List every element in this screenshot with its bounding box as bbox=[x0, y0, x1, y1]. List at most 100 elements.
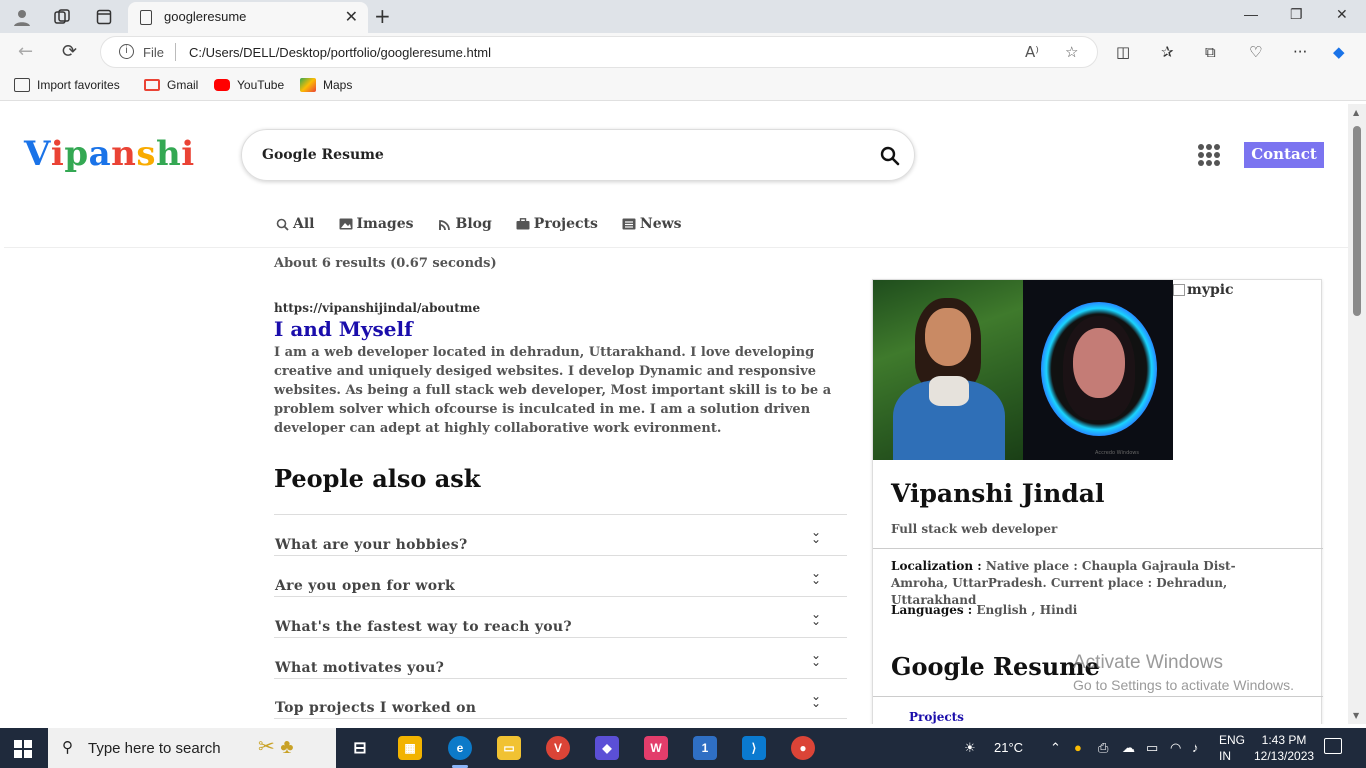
search-icon[interactable] bbox=[880, 146, 900, 166]
copilot-icon[interactable]: ◆ bbox=[1333, 43, 1345, 61]
favorite-youtube[interactable]: YouTube bbox=[214, 78, 284, 92]
tray-app-icon[interactable]: ● bbox=[1074, 740, 1082, 755]
tab-images[interactable]: Images bbox=[339, 216, 414, 232]
tab-label: All bbox=[293, 216, 315, 232]
photo-watermark: Accredo Windows bbox=[1095, 450, 1139, 456]
search-box[interactable]: Google Resume bbox=[241, 129, 915, 181]
language-indicator[interactable]: ENG IN bbox=[1219, 732, 1245, 764]
watermark-title: Activate Windows bbox=[1073, 652, 1223, 673]
address-path[interactable]: C:/Users/DELL/Desktop/portfolio/googlere… bbox=[189, 45, 491, 60]
show-hidden-icons[interactable]: ⌃ bbox=[1050, 740, 1061, 756]
tray-device-icon[interactable]: ⎙ bbox=[1098, 740, 1108, 756]
tab-actions-icon[interactable] bbox=[92, 5, 116, 29]
chrome-profile-icon[interactable]: V bbox=[546, 736, 570, 760]
outlook-icon[interactable]: 1 bbox=[693, 736, 717, 760]
tab-googleresume[interactable]: googleresume ✕ bbox=[128, 2, 368, 33]
tab-projects[interactable]: Projects bbox=[516, 216, 598, 232]
wifi-icon[interactable]: ◠ bbox=[1170, 740, 1181, 756]
favorite-import[interactable]: Import favorites bbox=[14, 78, 120, 92]
vscode-icon[interactable]: ⟩ bbox=[742, 736, 766, 760]
contact-button[interactable]: Contact bbox=[1244, 142, 1324, 168]
apps-grid-icon[interactable] bbox=[1198, 144, 1220, 166]
import-icon bbox=[14, 78, 30, 92]
refresh-icon[interactable]: ⟳ bbox=[62, 41, 77, 62]
double-chevron-down-icon[interactable]: ⌄ ⌄ bbox=[811, 649, 821, 668]
faq-item[interactable]: What are your hobbies? ⌄ ⌄ bbox=[274, 514, 847, 555]
result-description: I am a web developer located in dehradun… bbox=[274, 345, 832, 436]
back-icon[interactable]: ← bbox=[18, 41, 33, 62]
tab-blog[interactable]: Blog bbox=[438, 216, 492, 232]
close-tab-icon[interactable]: ✕ bbox=[345, 7, 358, 26]
read-aloud-icon[interactable]: A⁾ bbox=[1025, 43, 1039, 61]
activate-windows-watermark: Activate Windows Go to Settings to activ… bbox=[1073, 652, 1294, 693]
wps-office-icon[interactable]: W bbox=[644, 736, 668, 760]
file-explorer-icon[interactable]: ▭ bbox=[497, 736, 521, 760]
task-view-icon[interactable]: ⊟ bbox=[348, 736, 372, 760]
restore-icon[interactable]: ❐ bbox=[1290, 6, 1303, 23]
projects-link[interactable]: Projects bbox=[909, 710, 964, 724]
search-input[interactable]: Google Resume bbox=[262, 147, 384, 163]
taskbar-search[interactable]: ⚲ Type here to search ✂ ♣ bbox=[48, 728, 336, 768]
scroll-up-icon[interactable]: ▲ bbox=[1353, 108, 1359, 117]
profile-icon[interactable] bbox=[10, 5, 34, 29]
close-window-icon[interactable]: ✕ bbox=[1336, 6, 1348, 23]
faq-item[interactable]: What's the fastest way to reach you? ⌄ ⌄ bbox=[274, 596, 847, 637]
favorites-icon[interactable]: ✰ bbox=[1161, 43, 1174, 61]
info-icon[interactable]: i bbox=[119, 44, 134, 59]
more-menu-icon[interactable]: ··· bbox=[1293, 43, 1307, 61]
faq-item[interactable]: What motivates you? ⌄ ⌄ bbox=[274, 637, 847, 678]
result-title-link[interactable]: I and Myself bbox=[274, 317, 849, 341]
taskbar-search-placeholder: Type here to search bbox=[88, 740, 221, 757]
new-tab-icon[interactable]: + bbox=[374, 4, 391, 28]
briefcase-icon bbox=[516, 218, 530, 230]
clock[interactable]: 1:43 PM 12/13/2023 bbox=[1254, 732, 1314, 764]
tab-news[interactable]: News bbox=[622, 216, 682, 232]
store-icon[interactable]: ▦ bbox=[398, 736, 422, 760]
page-viewport: Vipanshi Google Resume Contact All Image… bbox=[4, 104, 1348, 724]
tab-title: googleresume bbox=[164, 9, 247, 24]
double-chevron-down-icon[interactable]: ⌄ ⌄ bbox=[811, 526, 821, 545]
scroll-thumb[interactable] bbox=[1353, 126, 1361, 316]
weather-temp[interactable]: 21°C bbox=[994, 740, 1023, 755]
faq-question: What motivates you? bbox=[275, 660, 445, 676]
volume-icon[interactable]: ♪ bbox=[1192, 740, 1199, 755]
faq-item[interactable]: Top projects I worked on ⌄ ⌄ bbox=[274, 678, 847, 719]
double-chevron-down-icon[interactable]: ⌄ ⌄ bbox=[811, 608, 821, 627]
search-highlight-icon: ✂ ♣ bbox=[258, 736, 294, 758]
browser-essentials-icon[interactable]: ♡ bbox=[1249, 43, 1262, 61]
split-screen-icon[interactable]: ◫ bbox=[1116, 43, 1130, 61]
faq-question: Are you open for work bbox=[275, 578, 456, 594]
logo-letter: p bbox=[64, 134, 89, 174]
site-logo[interactable]: Vipanshi bbox=[24, 134, 195, 174]
chrome-icon[interactable]: ● bbox=[791, 736, 815, 760]
windows-start-icon[interactable] bbox=[14, 740, 32, 758]
result-url[interactable]: https://vipanshijindal/aboutme bbox=[274, 301, 849, 315]
favorite-gmail[interactable]: Gmail bbox=[144, 78, 198, 92]
battery-icon[interactable]: ▭ bbox=[1146, 740, 1158, 756]
faq-item[interactable]: Are you open for work ⌄ ⌄ bbox=[274, 555, 847, 596]
tab-all[interactable]: All bbox=[276, 216, 315, 232]
favorite-maps[interactable]: Maps bbox=[300, 78, 352, 92]
scroll-down-icon[interactable]: ▼ bbox=[1353, 711, 1359, 720]
app-icon[interactable]: ◆ bbox=[595, 736, 619, 760]
weather-icon[interactable]: ☀ bbox=[964, 740, 976, 756]
edge-icon[interactable]: e bbox=[448, 736, 472, 768]
tab-label: Images bbox=[356, 216, 414, 232]
favorite-star-icon[interactable]: ☆ bbox=[1065, 43, 1078, 61]
workspaces-icon[interactable] bbox=[50, 5, 74, 29]
page-scrollbar[interactable]: ▲ ▼ bbox=[1348, 104, 1366, 724]
resume-section-title: Google Resume bbox=[891, 652, 1100, 681]
double-chevron-down-icon[interactable]: ⌄ ⌄ bbox=[811, 690, 821, 709]
region-code: IN bbox=[1219, 749, 1231, 763]
panel-divider bbox=[873, 696, 1323, 697]
tray-network-status-icon[interactable]: ☁ bbox=[1122, 740, 1135, 756]
collections-icon[interactable]: ⧉ bbox=[1205, 43, 1216, 61]
address-bar[interactable]: i File C:/Users/DELL/Desktop/portfolio/g… bbox=[100, 36, 1098, 68]
double-chevron-down-icon[interactable]: ⌄ ⌄ bbox=[811, 567, 821, 586]
clock-time: 1:43 PM bbox=[1261, 733, 1307, 747]
minimize-icon[interactable]: — bbox=[1244, 6, 1258, 22]
broken-image-icon bbox=[1173, 284, 1185, 296]
search-nav-tabs: All Images Blog Projects News bbox=[276, 216, 682, 232]
results-stats: About 6 results (0.67 seconds) bbox=[274, 256, 497, 271]
notifications-icon[interactable] bbox=[1324, 738, 1342, 754]
